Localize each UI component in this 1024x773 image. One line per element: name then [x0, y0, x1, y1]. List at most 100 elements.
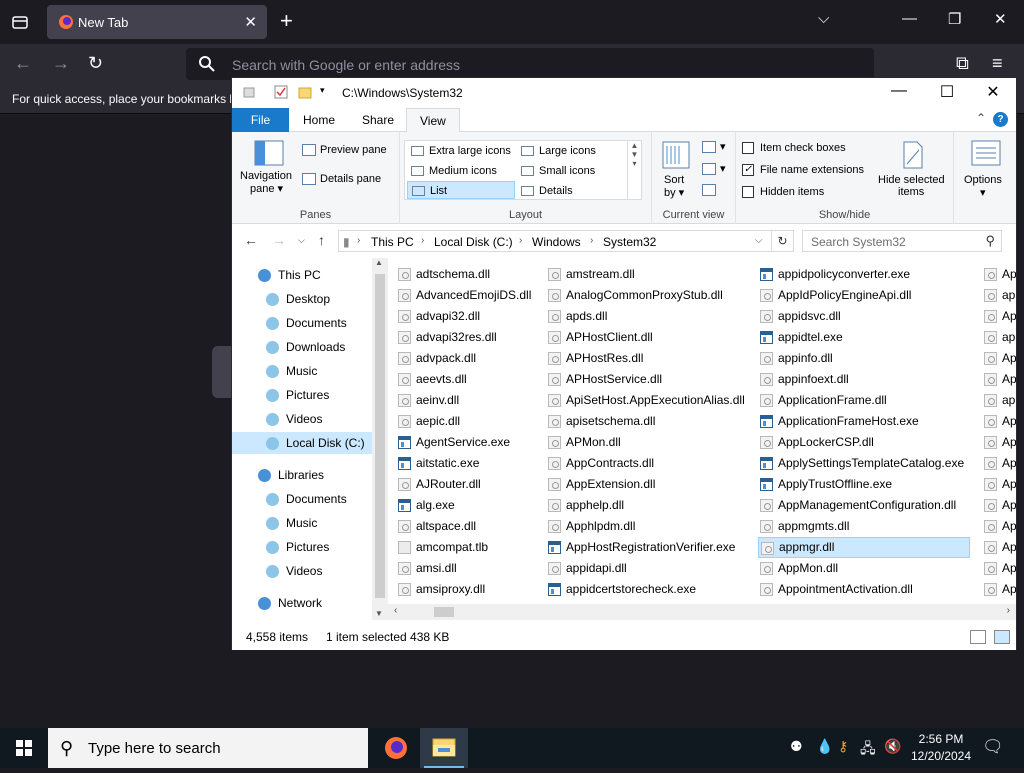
- file-item[interactable]: appmgmts.dll: [758, 516, 970, 537]
- tab-new-tab[interactable]: New Tab ✕: [47, 5, 267, 39]
- nav-item[interactable]: Videos: [232, 560, 372, 582]
- options-button[interactable]: Options ▾: [960, 140, 1012, 200]
- file-item[interactable]: aeevts.dll: [396, 369, 544, 390]
- file-item[interactable]: Ap: [982, 474, 1016, 495]
- collapse-ribbon-icon[interactable]: ⌃: [976, 111, 986, 125]
- file-item[interactable]: appidcertstorecheck.exe: [546, 579, 752, 600]
- file-item[interactable]: Ap: [982, 495, 1016, 516]
- file-item[interactable]: AppManagementConfiguration.dll: [758, 495, 970, 516]
- group-by-icon[interactable]: ▾: [702, 140, 726, 154]
- file-item[interactable]: appinfo.dll: [758, 348, 970, 369]
- nav-item[interactable]: Documents: [232, 488, 372, 510]
- file-name-extensions-toggle[interactable]: ✓ File name extensions: [742, 164, 864, 177]
- nav-item[interactable]: Libraries: [232, 464, 372, 486]
- add-columns-icon[interactable]: ▾: [702, 162, 726, 176]
- details-pane-button[interactable]: Details pane: [302, 173, 381, 186]
- nav-item[interactable]: Pictures: [232, 384, 372, 406]
- file-item[interactable]: Ap: [982, 432, 1016, 453]
- navigation-pane-button[interactable]: Navigation pane ▾: [238, 140, 298, 200]
- file-item[interactable]: appidsvc.dll: [758, 306, 970, 327]
- scrollbar-thumb[interactable]: [434, 607, 454, 617]
- file-item[interactable]: apds.dll: [546, 306, 752, 327]
- nav-item[interactable]: Videos: [232, 408, 372, 430]
- file-item[interactable]: AppMon.dll: [758, 558, 970, 579]
- recent-locations-icon[interactable]: ⌵: [298, 235, 305, 246]
- file-list-horizontal-scrollbar[interactable]: ‹ ›: [388, 604, 1016, 620]
- close-button[interactable]: ✕: [970, 82, 1016, 102]
- file-item[interactable]: amstream.dll: [546, 264, 752, 285]
- tab-share[interactable]: Share: [349, 108, 407, 132]
- file-item[interactable]: AppIdPolicyEngineApi.dll: [758, 285, 970, 306]
- people-icon[interactable]: ⚉: [790, 738, 803, 755]
- layout-extra-large-icons[interactable]: Extra large icons: [407, 142, 515, 160]
- layout-small-icons[interactable]: Small icons: [517, 162, 625, 180]
- file-item[interactable]: Ap: [982, 264, 1016, 285]
- file-item[interactable]: appinfoext.dll: [758, 369, 970, 390]
- hidden-items-toggle[interactable]: Hidden items: [742, 186, 824, 199]
- details-view-icon[interactable]: [970, 630, 986, 644]
- refresh-icon[interactable]: ↻: [772, 230, 794, 252]
- file-item[interactable]: ApiSetHost.AppExecutionAlias.dll: [546, 390, 752, 411]
- file-item[interactable]: alg.exe: [396, 495, 544, 516]
- nav-item[interactable]: Documents: [232, 312, 372, 334]
- chevron-down-icon[interactable]: ⌵: [818, 10, 829, 27]
- properties-icon[interactable]: [274, 85, 288, 99]
- address-dropdown-icon[interactable]: ⌵: [755, 235, 763, 246]
- file-item[interactable]: aeinv.dll: [396, 390, 544, 411]
- file-item[interactable]: Apphlpdm.dll: [546, 516, 752, 537]
- file-item[interactable]: Ap: [982, 516, 1016, 537]
- file-item[interactable]: Ap: [982, 579, 1016, 600]
- file-item[interactable]: amcompat.tlb: [396, 537, 544, 558]
- file-item[interactable]: AgentService.exe: [396, 432, 544, 453]
- forward-icon[interactable]: →: [272, 232, 286, 248]
- file-item[interactable]: Ap: [982, 558, 1016, 579]
- new-tab-button[interactable]: +: [280, 10, 293, 32]
- taskbar-search-box[interactable]: ⚲ Type here to search: [48, 728, 368, 768]
- close-tab-icon[interactable]: ✕: [244, 13, 257, 31]
- nav-item[interactable]: This PC: [232, 264, 372, 286]
- file-item[interactable]: appmgr.dll: [758, 537, 970, 558]
- layout-gallery-scroll[interactable]: ▲ ▼ ▾: [627, 141, 641, 199]
- taskbar-firefox[interactable]: [372, 728, 420, 768]
- list-all-tabs-icon[interactable]: [10, 12, 30, 32]
- new-folder-icon[interactable]: [298, 85, 312, 99]
- key-icon[interactable]: ⚷: [838, 738, 848, 755]
- hide-selected-items-button[interactable]: Hide selected items: [876, 140, 950, 200]
- file-item[interactable]: Ap: [982, 306, 1016, 327]
- file-item[interactable]: AppContracts.dll: [546, 453, 752, 474]
- file-item[interactable]: ap: [982, 327, 1016, 348]
- url-bar[interactable]: Search with Google or enter address: [186, 48, 874, 80]
- file-item[interactable]: AnalogCommonProxyStub.dll: [546, 285, 752, 306]
- forward-icon[interactable]: →: [52, 53, 70, 74]
- up-icon[interactable]: ↑: [318, 232, 325, 248]
- notifications-icon[interactable]: 🗨: [982, 737, 1004, 757]
- file-item[interactable]: ApplicationFrame.dll: [758, 390, 970, 411]
- file-item[interactable]: APHostService.dll: [546, 369, 752, 390]
- file-item[interactable]: AppExtension.dll: [546, 474, 752, 495]
- file-item[interactable]: ApplySettingsTemplateCatalog.exe: [758, 453, 970, 474]
- file-item[interactable]: appidpolicyconverter.exe: [758, 264, 970, 285]
- file-item[interactable]: ap: [982, 285, 1016, 306]
- windows-start-icon[interactable]: [0, 728, 48, 768]
- nav-item[interactable]: Downloads: [232, 336, 372, 358]
- minimize-button[interactable]: —: [902, 10, 917, 27]
- nav-item[interactable]: Local Disk (C:): [232, 432, 372, 454]
- file-item[interactable]: AppointmentActivation.dll: [758, 579, 970, 600]
- quick-access-dropdown-icon[interactable]: ▾: [320, 85, 334, 99]
- breadcrumb-local-disk[interactable]: Local Disk (C:): [434, 235, 513, 249]
- system-clock[interactable]: 2:56 PM 12/20/2024: [908, 731, 974, 765]
- breadcrumb-this-pc[interactable]: This PC: [371, 235, 414, 249]
- file-item[interactable]: AdvancedEmojiDS.dll: [396, 285, 544, 306]
- tab-home[interactable]: Home: [290, 108, 348, 132]
- item-check-boxes-toggle[interactable]: Item check boxes: [742, 142, 846, 155]
- nav-item[interactable]: Pictures: [232, 536, 372, 558]
- nav-item[interactable]: Network: [232, 592, 372, 614]
- nav-item[interactable]: Desktop: [232, 288, 372, 310]
- file-item[interactable]: Ap: [982, 453, 1016, 474]
- layout-medium-icons[interactable]: Medium icons: [407, 162, 515, 180]
- back-icon[interactable]: ←: [14, 53, 32, 74]
- file-item[interactable]: amsiproxy.dll: [396, 579, 544, 600]
- nav-item[interactable]: Music: [232, 360, 372, 382]
- file-item[interactable]: ApplyTrustOffline.exe: [758, 474, 970, 495]
- navigation-pane-scrollbar[interactable]: ▲ ▼: [372, 258, 388, 620]
